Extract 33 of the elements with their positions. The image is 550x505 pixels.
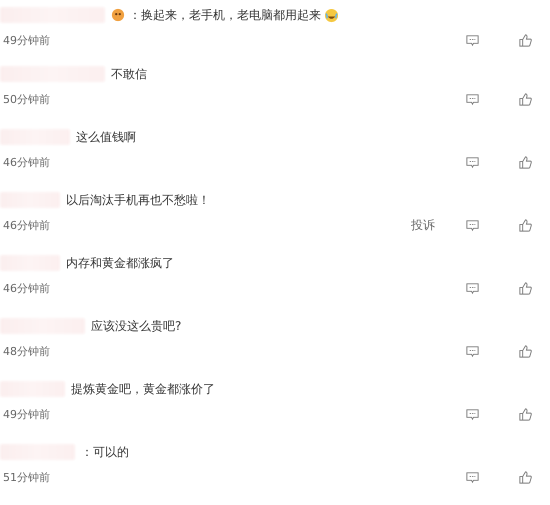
thumbs-up-icon[interactable] [518, 32, 533, 48]
comment-text: 这么值钱啊 [76, 128, 136, 146]
comment-time: 49分钟前 [3, 32, 51, 48]
comment-text: 不敢信 [111, 66, 147, 82]
thumbs-up-icon[interactable] [518, 344, 533, 358]
comment-time: 49分钟前 [3, 406, 51, 422]
reply-icon[interactable] [465, 344, 480, 358]
reply-icon[interactable] [465, 470, 480, 484]
thumbs-up-icon[interactable] [518, 154, 533, 170]
comment-text: 以后淘汰手机再也不愁啦！ [66, 192, 210, 208]
comment-text: 内存和黄金都涨疯了 [66, 254, 174, 272]
comment-time: 46分钟前 [3, 218, 51, 232]
comment-time: 50分钟前 [3, 92, 51, 106]
reply-icon[interactable] [465, 92, 480, 106]
comment-text: ：可以的 [81, 444, 129, 460]
thumbs-up-icon[interactable] [518, 92, 533, 106]
reply-icon[interactable] [465, 406, 480, 422]
comment-time: 48分钟前 [3, 344, 51, 358]
comment-time: 46分钟前 [3, 280, 51, 296]
comment-text: 提炼黄金吧，黄金都涨价了 [71, 380, 215, 398]
report-link[interactable]: 投诉 [411, 216, 435, 234]
reply-icon[interactable] [465, 280, 480, 296]
comment-text: ：换起来，老手机，老电脑都用起来 [129, 6, 321, 24]
thumbs-up-icon[interactable] [518, 470, 533, 484]
thumbs-up-icon[interactable] [518, 406, 533, 422]
thumbs-up-icon[interactable] [518, 280, 533, 296]
reply-icon[interactable] [465, 154, 480, 170]
comment-text: 应该没这么贵吧? [91, 318, 182, 334]
comment-time: 51分钟前 [3, 470, 51, 484]
reply-icon[interactable] [465, 218, 480, 232]
reply-icon[interactable] [465, 32, 480, 48]
thumbs-up-icon[interactable] [518, 218, 533, 232]
comment-time: 46分钟前 [3, 154, 51, 170]
